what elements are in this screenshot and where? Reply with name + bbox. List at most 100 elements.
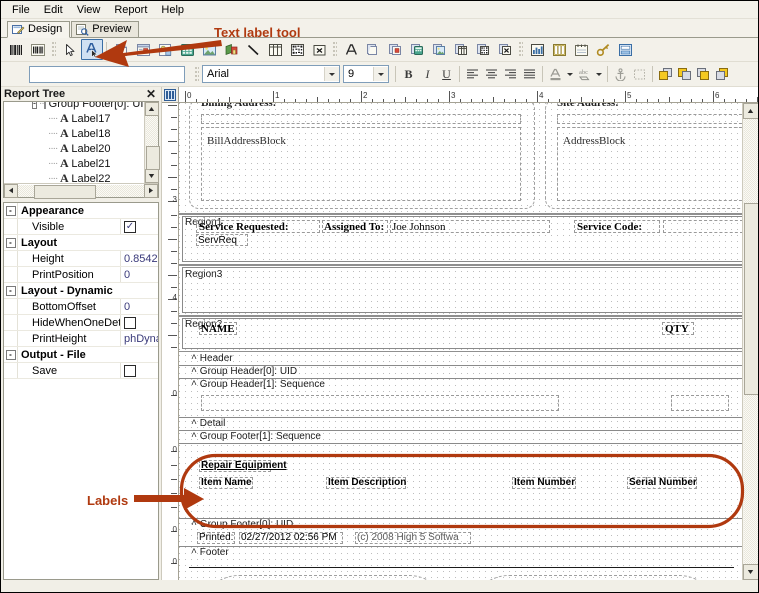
- footer-band-bar[interactable]: ^ Footer: [191, 547, 229, 559]
- object-name-input[interactable]: [29, 65, 185, 83]
- scroll-up-icon[interactable]: [144, 102, 159, 116]
- chart-icon[interactable]: [526, 39, 548, 60]
- memo-icon[interactable]: [132, 39, 154, 60]
- menu-item-help[interactable]: Help: [155, 3, 190, 18]
- group-header-0-bar[interactable]: ^ Group Header[0]: UID: [191, 366, 297, 378]
- property-row-printheight[interactable]: PrintHeight phDynamic: [4, 331, 158, 347]
- toolbar-grip[interactable]: [52, 42, 56, 57]
- font-a-icon[interactable]: [340, 39, 362, 60]
- copy-image-icon[interactable]: [428, 39, 450, 60]
- property-row-height[interactable]: Height 0.8542000: [4, 251, 158, 267]
- property-row-bottomoffset[interactable]: BottomOffset 0: [4, 299, 158, 315]
- highlight-color-chevron-down-icon[interactable]: [594, 65, 604, 83]
- copy-crossbox-icon[interactable]: [494, 39, 516, 60]
- header-band-bar[interactable]: ^ Header: [191, 353, 233, 365]
- menu-item-edit[interactable]: Edit: [38, 3, 69, 18]
- table-icon[interactable]: [264, 39, 286, 60]
- region-icon[interactable]: [614, 39, 636, 60]
- qrcode-icon[interactable]: [286, 39, 308, 60]
- property-category-layout-dynamic[interactable]: - Layout - Dynamic: [4, 283, 158, 299]
- scroll-left-icon[interactable]: [4, 183, 18, 198]
- font-size-chevron-down-icon[interactable]: [373, 67, 388, 81]
- rich-text-icon[interactable]: [154, 39, 176, 60]
- highlight-color-button[interactable]: abc: [575, 65, 594, 83]
- property-value[interactable]: phDynamic: [120, 331, 158, 346]
- region3-box[interactable]: [182, 267, 742, 313]
- key-icon[interactable]: [592, 39, 614, 60]
- property-expander[interactable]: -: [4, 283, 18, 298]
- copy-calc-icon[interactable]: [406, 39, 428, 60]
- report-tree-vscrollbar[interactable]: [144, 102, 160, 183]
- property-value[interactable]: 0: [120, 267, 158, 282]
- font-size-combo[interactable]: 9: [343, 65, 389, 83]
- tree-node-label18[interactable]: ···· A Label18: [4, 126, 144, 141]
- tree-node-label17[interactable]: ···· A Label17: [4, 111, 144, 126]
- property-category-appearance[interactable]: - Appearance: [4, 203, 158, 219]
- report-design-canvas[interactable]: Billing Address: BillAddressBlock Site A…: [179, 103, 742, 580]
- columns-icon[interactable]: [548, 39, 570, 60]
- align-justify-icon[interactable]: [520, 65, 539, 83]
- tab-preview[interactable]: Preview: [71, 21, 140, 37]
- copy-rich-icon[interactable]: [384, 39, 406, 60]
- tree-node-label20[interactable]: ···· A Label20: [4, 141, 144, 156]
- property-expander[interactable]: -: [4, 347, 18, 362]
- text-label-icon[interactable]: [81, 39, 103, 60]
- footer-left-region[interactable]: [199, 575, 449, 580]
- canvas-vscrollbar[interactable]: [742, 103, 758, 580]
- align-left-icon[interactable]: [463, 65, 482, 83]
- property-category-layout[interactable]: - Layout: [4, 235, 158, 251]
- bring-forward-icon[interactable]: [694, 65, 713, 83]
- canvas-scroll-track[interactable]: [743, 119, 758, 564]
- property-value[interactable]: [120, 315, 158, 330]
- align-right-icon[interactable]: [501, 65, 520, 83]
- detail-band-bar[interactable]: ^ Detail: [191, 418, 225, 430]
- menu-item-report[interactable]: Report: [108, 3, 153, 18]
- hscroll-thumb[interactable]: [34, 184, 96, 199]
- underline-button[interactable]: U: [437, 65, 456, 83]
- tab-design[interactable]: Design: [7, 21, 71, 38]
- barcode2-icon[interactable]: [27, 39, 49, 60]
- tree-node-label22[interactable]: ···· A Label22: [4, 171, 144, 183]
- property-expander[interactable]: -: [4, 235, 18, 250]
- group-header-1-bar[interactable]: ^ Group Header[1]: Sequence: [191, 379, 325, 391]
- align-center-icon[interactable]: [482, 65, 501, 83]
- property-row-printposition[interactable]: PrintPosition 0: [4, 267, 158, 283]
- menu-item-view[interactable]: View: [71, 3, 107, 18]
- send-to-back-icon[interactable]: [675, 65, 694, 83]
- toolbar-grip-2[interactable]: [333, 42, 337, 57]
- format-grip[interactable]: [195, 66, 199, 82]
- line-icon[interactable]: [242, 39, 264, 60]
- crossbox-icon[interactable]: [308, 39, 330, 60]
- bring-to-front-icon[interactable]: [656, 65, 675, 83]
- image-icon[interactable]: [198, 39, 220, 60]
- group-footer-1-bar[interactable]: ^ Group Footer[1]: Sequence: [191, 431, 321, 443]
- vertical-ruler[interactable]: 3 4 0 0 0 0: [162, 103, 179, 580]
- tree-expander-icon[interactable]: -: [32, 102, 37, 109]
- property-value[interactable]: 0: [120, 299, 158, 314]
- font-color-button[interactable]: [546, 65, 565, 83]
- property-row-save[interactable]: Save: [4, 363, 158, 379]
- scroll-thumb[interactable]: [145, 146, 160, 170]
- property-category-output-file[interactable]: - Output - File: [4, 347, 158, 363]
- report-tree-list[interactable]: - ·· Group Footer[0]: UID ···· A Label17: [4, 102, 144, 183]
- canvas-scroll-up-icon[interactable]: [742, 103, 758, 119]
- copy-table-icon[interactable]: [450, 39, 472, 60]
- shape-icon[interactable]: [220, 39, 242, 60]
- ruler-track[interactable]: 0 1 2 3 4 5 6: [179, 87, 758, 102]
- hscroll-track[interactable]: [18, 184, 144, 199]
- service-code-value-box[interactable]: [663, 220, 742, 233]
- send-backward-icon[interactable]: [713, 65, 732, 83]
- close-icon[interactable]: ✕: [144, 88, 158, 100]
- copy-page-icon[interactable]: [362, 39, 384, 60]
- menu-item-file[interactable]: File: [6, 3, 36, 18]
- tree-node-group-footer-0[interactable]: - ·· Group Footer[0]: UID: [4, 102, 144, 111]
- hidewhenonedetail-checkbox[interactable]: [124, 316, 136, 329]
- property-expander[interactable]: -: [4, 203, 18, 218]
- font-color-chevron-down-icon[interactable]: [565, 65, 575, 83]
- barcode-icon[interactable]: [5, 39, 27, 60]
- site-address-label-box[interactable]: [557, 114, 742, 124]
- visible-checkbox[interactable]: ✓: [124, 220, 136, 233]
- tree-node-label21[interactable]: ···· A Label21: [4, 156, 144, 171]
- page-icon[interactable]: [110, 39, 132, 60]
- footer-right-region[interactable]: [469, 575, 719, 580]
